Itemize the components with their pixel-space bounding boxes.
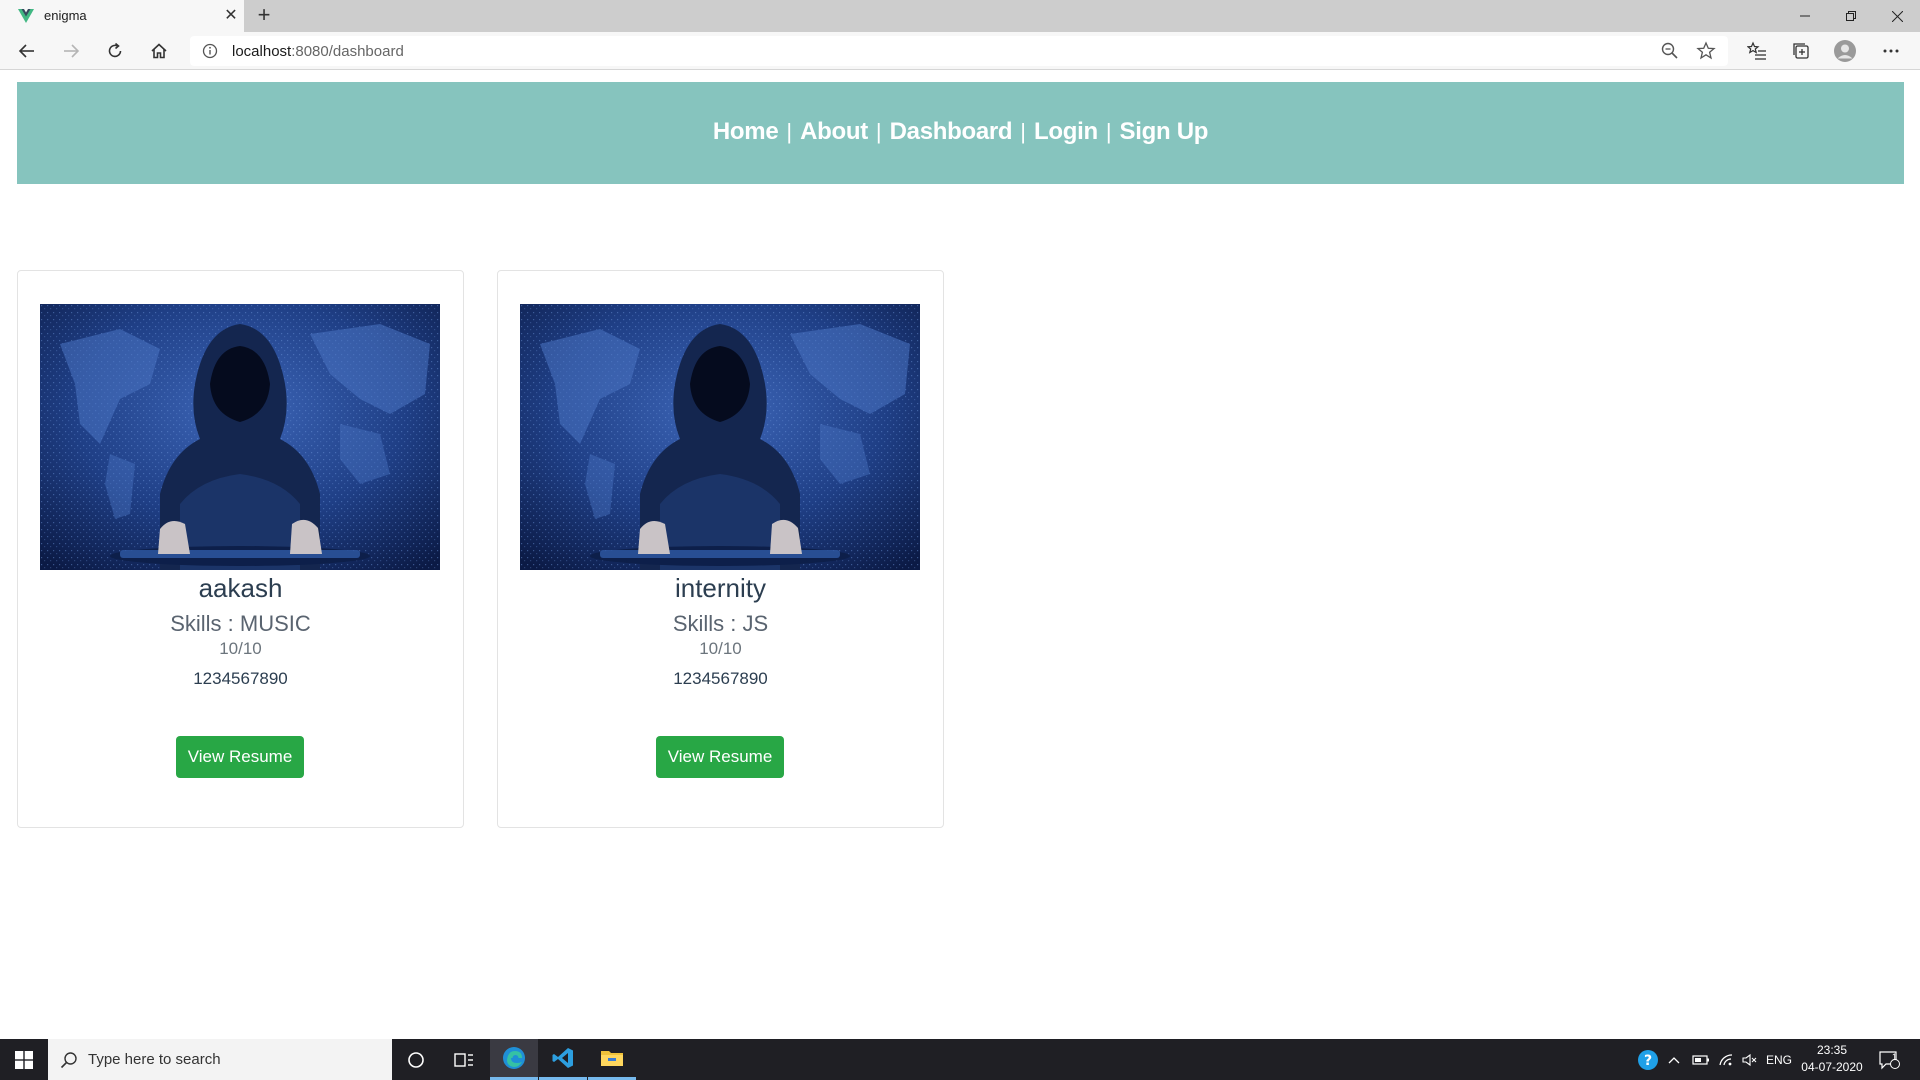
clock-time: 23:35: [1816, 1043, 1848, 1057]
notification-center-icon[interactable]: 1: [1878, 1039, 1900, 1080]
profile-rating: 10/10: [219, 639, 262, 658]
help-icon[interactable]: ?: [1636, 1039, 1660, 1080]
forward-icon[interactable]: [56, 36, 86, 66]
favorite-star-icon[interactable]: [1696, 41, 1716, 61]
nav-separator: |: [875, 119, 882, 144]
profile-skills: Skills : JS: [672, 611, 769, 636]
profile-phone: 1234567890: [673, 669, 768, 688]
notification-count: 1: [1892, 1052, 1898, 1062]
back-icon[interactable]: [12, 36, 42, 66]
svg-text:?: ?: [1644, 1053, 1652, 1069]
windows-start-icon[interactable]: [0, 1039, 48, 1080]
minimize-icon[interactable]: [1782, 0, 1828, 32]
nav-dashboard[interactable]: Dashboard: [890, 118, 1013, 145]
windows-taskbar: Type here to search ? ENG 23:35 04-07-20…: [0, 1039, 1920, 1080]
favorites-list-icon[interactable]: [1742, 36, 1772, 66]
tab-title: enigma: [44, 8, 87, 23]
view-resume-button[interactable]: View Resume: [656, 736, 784, 778]
profile-avatar-icon[interactable]: [1830, 36, 1860, 66]
profile-phone: 1234567890: [193, 669, 288, 688]
wifi-icon[interactable]: [1718, 1039, 1734, 1080]
volume-muted-icon[interactable]: [1742, 1039, 1758, 1080]
restore-icon[interactable]: [1828, 0, 1874, 32]
vue-logo-icon: [18, 9, 34, 23]
home-icon[interactable]: [144, 36, 174, 66]
site-info-icon[interactable]: [202, 43, 218, 59]
close-window-icon[interactable]: [1874, 0, 1920, 32]
more-menu-icon[interactable]: [1876, 36, 1906, 66]
profile-card: internity Skills : JS 10/10 1234567890 V…: [497, 270, 944, 828]
nav-separator: |: [1105, 119, 1112, 144]
cortana-icon[interactable]: [392, 1039, 440, 1080]
view-resume-button[interactable]: View Resume: [176, 736, 304, 778]
edge-browser-icon[interactable]: [490, 1039, 538, 1080]
search-placeholder: Type here to search: [88, 1051, 221, 1068]
profile-skills: Skills : MUSIC: [170, 611, 311, 636]
task-view-icon[interactable]: [440, 1039, 488, 1080]
file-explorer-icon[interactable]: [588, 1039, 636, 1080]
taskbar-clock[interactable]: 23:35 04-07-2020: [1796, 1042, 1868, 1076]
nav-signup[interactable]: Sign Up: [1120, 118, 1209, 145]
profile-image: [520, 304, 920, 570]
nav-login[interactable]: Login: [1034, 118, 1098, 145]
browser-tab[interactable]: enigma ✕: [0, 0, 244, 32]
taskbar-search-box[interactable]: Type here to search: [48, 1039, 392, 1080]
browser-tab-bar: enigma ✕ +: [0, 0, 1920, 32]
url-path: :8080/dashboard: [291, 43, 404, 60]
profile-name: internity: [674, 573, 767, 603]
nav-links: Home | About | Dashboard | Login | Sign Up: [17, 118, 1904, 146]
language-indicator[interactable]: ENG: [1766, 1039, 1792, 1080]
nav-separator: |: [1020, 119, 1026, 144]
address-bar[interactable]: localhost:8080/dashboard: [190, 36, 1728, 66]
nav-home[interactable]: Home: [713, 118, 779, 145]
vscode-icon[interactable]: [539, 1039, 587, 1080]
site-navbar: Home | About | Dashboard | Login | Sign Up: [17, 82, 1904, 184]
nav-separator: |: [786, 119, 793, 144]
profile-name: aakash: [198, 573, 283, 603]
profile-rating: 10/10: [699, 639, 742, 658]
zoom-icon[interactable]: [1660, 41, 1680, 61]
profile-image: [40, 304, 440, 570]
search-icon: [60, 1052, 77, 1069]
clock-date: 04-07-2020: [1801, 1060, 1863, 1074]
tab-close-icon[interactable]: ✕: [222, 6, 240, 26]
show-hidden-icons-icon[interactable]: [1668, 1039, 1680, 1080]
new-tab-icon[interactable]: +: [252, 4, 276, 28]
collections-icon[interactable]: [1786, 36, 1816, 66]
battery-icon[interactable]: [1692, 1039, 1710, 1080]
url-host: localhost: [232, 43, 292, 60]
profile-card: aakash Skills : MUSIC 10/10 1234567890 V…: [17, 270, 464, 828]
url-text[interactable]: localhost:8080/dashboard: [232, 43, 404, 60]
nav-about[interactable]: About: [800, 118, 868, 145]
browser-toolbar: localhost:8080/dashboard: [0, 32, 1920, 70]
refresh-icon[interactable]: [100, 36, 130, 66]
